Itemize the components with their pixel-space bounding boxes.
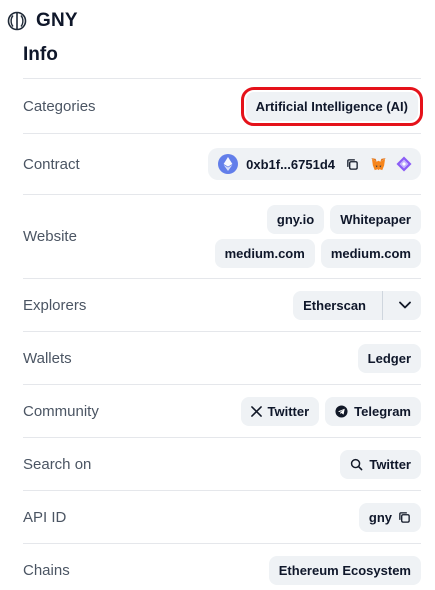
copy-icon[interactable] (343, 155, 361, 173)
chain-chip[interactable]: Ethereum Ecosystem (268, 555, 421, 585)
whitepaper-chip[interactable]: Whitepaper (330, 205, 421, 234)
x-twitter-icon (250, 405, 262, 417)
row-contract: Contract 0xb1f...6751d4 (23, 133, 421, 194)
row-label-contract: Contract (23, 155, 80, 173)
row-label-wallets: Wallets (23, 349, 72, 367)
twitter-label: Twitter (267, 403, 310, 419)
coin-header: GNY (6, 8, 78, 34)
ethereum-icon (218, 154, 239, 174)
row-label-website: Website (23, 228, 77, 245)
row-community: Community Twitter Telegram (23, 384, 421, 437)
row-explorers: Explorers Etherscan (23, 278, 421, 331)
api-id-value: gny (368, 509, 392, 525)
chevron-down-icon[interactable] (389, 291, 421, 320)
contract-address: 0xb1f...6751d4 (246, 156, 335, 172)
section-title: Info (23, 44, 58, 65)
contract-chip[interactable]: 0xb1f...6751d4 (208, 148, 421, 180)
api-id-chip[interactable]: gny (358, 502, 421, 532)
row-label-search-on: Search on (23, 455, 92, 473)
row-label-community: Community (23, 402, 99, 420)
row-search-on: Search on Twitter (23, 437, 421, 490)
category-chip[interactable]: Artificial Intelligence (AI) (240, 86, 424, 126)
row-wallets: Wallets Ledger (23, 331, 421, 384)
explorer-link[interactable]: Etherscan (293, 291, 376, 320)
search-icon (350, 458, 363, 471)
website-chip[interactable]: medium.com (320, 239, 421, 268)
telegram-icon (335, 404, 348, 418)
row-api-id: API ID gny (23, 490, 421, 543)
row-categories: Categories Artificial Intelligence (AI) (23, 78, 424, 133)
web3-wallet-icon[interactable] (395, 155, 413, 173)
row-label-categories: Categories (23, 97, 96, 115)
telegram-label: Telegram (354, 403, 411, 419)
telegram-link[interactable]: Telegram (325, 396, 421, 426)
twitter-link[interactable]: Twitter (240, 396, 320, 426)
copy-icon[interactable] (398, 511, 411, 524)
row-website: Website gny.io Whitepaper medium.com med… (23, 194, 421, 278)
row-label-api-id: API ID (23, 508, 67, 526)
website-chip[interactable]: medium.com (214, 239, 315, 268)
explorer-dropdown: Etherscan (293, 290, 421, 320)
search-twitter-link[interactable]: Twitter (340, 449, 421, 479)
gny-logo-icon (6, 10, 28, 32)
coin-name: GNY (36, 10, 78, 31)
search-twitter-label: Twitter (369, 456, 411, 472)
row-label-explorers: Explorers (23, 296, 87, 314)
metamask-icon[interactable] (369, 155, 387, 173)
website-chip[interactable]: gny.io (266, 205, 325, 234)
info-table: Categories Artificial Intelligence (AI) … (23, 78, 424, 590)
row-chains: Chains Ethereum Ecosystem (23, 543, 421, 590)
divider (382, 290, 383, 320)
wallet-chip[interactable]: Ledger (357, 343, 421, 373)
row-label-chains: Chains (23, 561, 70, 579)
